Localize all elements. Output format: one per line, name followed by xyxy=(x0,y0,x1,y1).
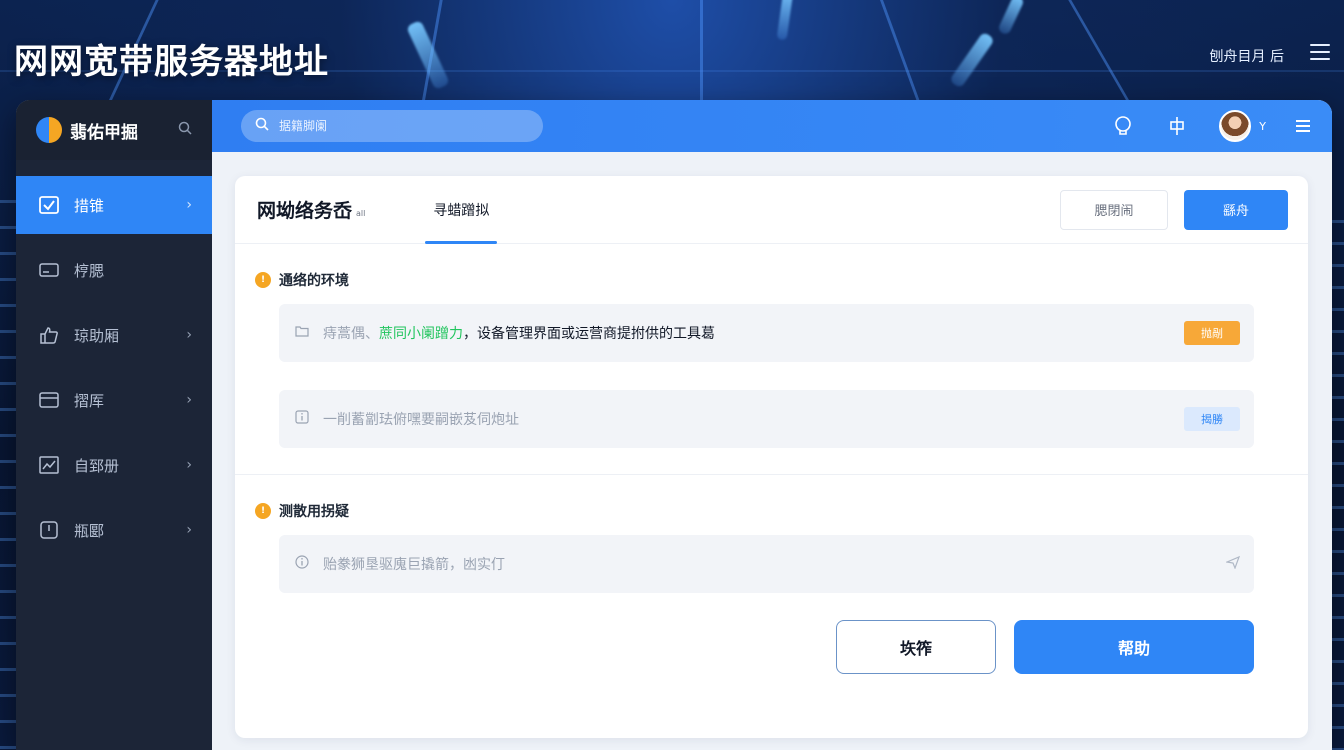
section-divider xyxy=(235,474,1308,475)
chart-icon xyxy=(38,456,60,474)
section-title-text: 测散用拐疑 xyxy=(279,504,349,520)
sidebar-item-3[interactable]: 摺厍 › xyxy=(16,371,212,429)
card-title-sub: all xyxy=(356,209,366,218)
chevron-right-icon: › xyxy=(186,327,192,343)
content-card: 网坳络务岙 all 寻蜡蹭拟 腮閉闹 繇舟 ! 通络的环境 痔蒿偶、 蔗同小阑蹭… xyxy=(235,176,1308,738)
section-title: ! 测散用拐疑 xyxy=(255,501,1254,521)
sidebar-item-0[interactable]: 措锥 › xyxy=(16,176,212,234)
brand-name: 翡佑甲掘 xyxy=(70,122,138,143)
header-actions: 腮閉闹 繇舟 xyxy=(1060,189,1288,230)
chevron-right-icon: › xyxy=(186,522,192,538)
app-window: 翡佑甲掘 措锥 › 梈腮 琼助厢 › 摺厍 › 自郅册 › 瓶郾 › 据籍脚阑 … xyxy=(16,100,1332,750)
sidebar-item-label: 措锥 xyxy=(74,196,105,215)
sidebar-item-label: 琼助厢 xyxy=(74,326,120,345)
row-text: 贻豢狮垦驱廆巨撬箭，凼实仃 xyxy=(323,557,505,573)
secondary-button[interactable]: 腮閉闹 xyxy=(1060,189,1168,230)
sidebar-nav: 措锥 › 梈腮 琼助厢 › 摺厍 › 自郅册 › 瓶郾 › xyxy=(16,176,212,559)
clock-icon xyxy=(38,521,60,539)
outline-button[interactable]: 垁筰 xyxy=(836,620,996,674)
search-box[interactable] xyxy=(241,110,543,142)
sidebar-item-4[interactable]: 自郅册 › xyxy=(16,436,212,494)
section-title: ! 通络的环境 xyxy=(255,270,1254,290)
primary-button[interactable]: 繇舟 xyxy=(1184,189,1288,230)
brand: 翡佑甲掘 xyxy=(16,100,212,160)
page-title: 网网宽带服务器地址 xyxy=(14,42,329,82)
section-troubleshoot: ! 测散用拐疑 贻豢狮垦驱廆巨撬箭，凼实仃 xyxy=(235,501,1308,593)
page-menu-icon[interactable] xyxy=(1310,42,1330,62)
info-bullet-icon: ! xyxy=(255,503,271,519)
list-item[interactable]: 贻豢狮垦驱廆巨撬箭，凼实仃 xyxy=(279,535,1254,593)
sidebar-search-icon[interactable] xyxy=(178,121,192,139)
pin-icon[interactable] xyxy=(1165,114,1189,138)
sidebar-item-2[interactable]: 琼助厢 › xyxy=(16,306,212,364)
section-network: ! 通络的环境 痔蒿偶、 蔗同小阑蹭力 ，设备管理界面或运营商提拊供的工具葛 抛… xyxy=(235,270,1308,448)
send-icon[interactable] xyxy=(1224,555,1241,573)
sidebar-item-label: 梈腮 xyxy=(74,261,105,280)
info-icon xyxy=(295,410,313,428)
help-button[interactable]: 帮助 xyxy=(1014,620,1254,674)
sidebar: 翡佑甲掘 措锥 › 梈腮 琼助厢 › 摺厍 › 自郅册 › 瓶郾 › xyxy=(16,100,212,750)
search-input[interactable] xyxy=(279,119,499,133)
checkbox-icon xyxy=(38,196,60,214)
card-icon xyxy=(38,261,60,279)
topbar: Y xyxy=(212,100,1332,152)
card-title: 网坳络务岙 xyxy=(257,200,353,222)
search-icon xyxy=(255,117,269,135)
row-highlight: 蔗同小阑蹭力 xyxy=(379,326,463,342)
list-item[interactable]: 一削蓄劏珐俯嘿要嗣嵌芨伺炮址 揭勝 xyxy=(279,390,1254,448)
thumbs-up-icon xyxy=(38,326,60,344)
sidebar-item-1[interactable]: 梈腮 xyxy=(16,241,212,299)
status-badge[interactable]: 揭勝 xyxy=(1184,407,1240,431)
sidebar-item-label: 瓶郾 xyxy=(74,521,105,540)
section-title-text: 通络的环境 xyxy=(279,273,349,289)
menu-icon[interactable] xyxy=(1296,119,1310,133)
chevron-right-icon: › xyxy=(186,457,192,473)
card-header: 网坳络务岙 all 寻蜡蹭拟 腮閉闹 繇舟 xyxy=(235,176,1308,244)
avatar xyxy=(1219,110,1252,142)
row-text: ，设备管理界面或运营商提拊供的工具葛 xyxy=(463,326,715,342)
chevron-right-icon: › xyxy=(186,392,192,408)
tab-active[interactable]: 寻蜡蹭拟 xyxy=(425,176,498,244)
info-bullet-icon: ! xyxy=(255,272,271,288)
window-icon xyxy=(38,391,60,409)
top-right-label: 刨舟目月 后 xyxy=(1209,49,1284,65)
row-text: 一削蓄劏珐俯嘿要嗣嵌芨伺炮址 xyxy=(323,412,519,428)
status-badge[interactable]: 抛剮 xyxy=(1184,321,1240,345)
sidebar-item-label: 自郅册 xyxy=(74,456,120,475)
sidebar-item-label: 摺厍 xyxy=(74,391,105,410)
topbar-icons: Y xyxy=(1111,110,1310,142)
list-item[interactable]: 痔蒿偶、 蔗同小阑蹭力 ，设备管理界面或运营商提拊供的工具葛 抛剮 xyxy=(279,304,1254,362)
lightbulb-icon[interactable] xyxy=(1111,114,1135,138)
brand-logo-icon xyxy=(36,117,62,143)
folder-icon xyxy=(295,325,313,341)
chevron-right-icon: › xyxy=(186,197,192,213)
sidebar-item-5[interactable]: 瓶郾 › xyxy=(16,501,212,559)
info-icon xyxy=(295,555,313,573)
user-menu[interactable]: Y xyxy=(1219,110,1266,142)
row-prefix: 痔蒿偶、 xyxy=(323,326,379,342)
tab-label: 寻蜡蹭拟 xyxy=(433,202,490,219)
avatar-name: Y xyxy=(1259,119,1266,133)
footer-actions: 垁筰 帮助 xyxy=(836,620,1254,674)
